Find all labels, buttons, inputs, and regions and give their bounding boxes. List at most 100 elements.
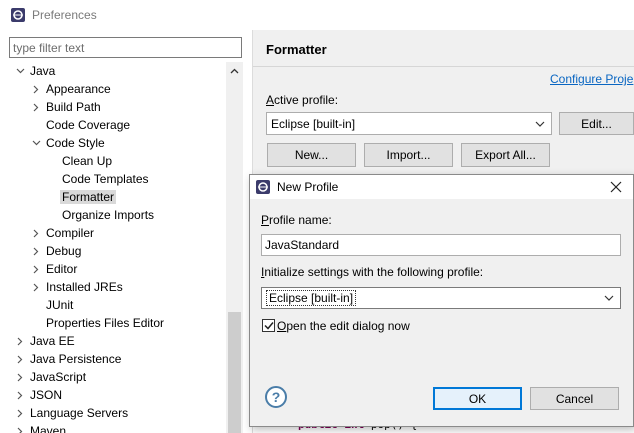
tree-item[interactable]: Maven <box>17 422 67 433</box>
tree-item-label: Language Servers <box>30 406 129 420</box>
tree-item[interactable]: JSON <box>17 386 63 404</box>
close-icon[interactable] <box>607 178 625 196</box>
tree-item[interactable]: Java <box>16 62 56 80</box>
active-profile-label: Active profile: <box>266 93 339 107</box>
tree-item[interactable]: Appearance <box>33 80 111 98</box>
tree-item-label: Installed JREs <box>46 280 123 294</box>
tree-item[interactable]: Java Persistence <box>17 350 122 368</box>
chevron-right-icon[interactable] <box>30 242 42 260</box>
scrollbar-thumb[interactable] <box>228 312 241 433</box>
init-profile-value: Eclipse [built-in] <box>266 290 357 306</box>
tree-item-label: Code Coverage <box>46 118 131 132</box>
tree-item-label: Code Templates <box>62 172 149 186</box>
chevron-right-icon[interactable] <box>14 350 26 368</box>
checkmark-icon <box>263 322 274 330</box>
init-settings-label: Initialize settings with the following p… <box>261 265 484 279</box>
tree-item[interactable]: Build Path <box>33 98 101 116</box>
chevron-right-icon[interactable] <box>14 368 26 386</box>
new-profile-dialog: New Profile Profile name: Initialize set… <box>249 174 634 427</box>
new-profile-button[interactable]: New... <box>267 143 356 167</box>
chevron-right-icon[interactable] <box>14 422 26 433</box>
tree-item-label: Java <box>30 64 56 78</box>
tree-item-label: Maven <box>30 424 67 433</box>
ok-button-label: OK <box>468 391 487 406</box>
help-icon[interactable]: ? <box>265 386 287 408</box>
tree-item[interactable]: JavaScript <box>17 368 87 386</box>
chevron-right-icon[interactable] <box>30 278 42 296</box>
chevron-right-icon[interactable] <box>30 224 42 242</box>
tree-item-label: Compiler <box>46 226 95 240</box>
eclipse-icon <box>11 8 25 22</box>
divider <box>253 66 634 67</box>
preferences-tree: Java Appearance Build Path Code Coverage Cod… <box>0 62 226 433</box>
tree-item-label: Debug <box>46 244 82 258</box>
active-profile-select[interactable]: Eclipse [built-in] <box>266 112 552 135</box>
edit-button-label: Edit... <box>581 116 612 131</box>
chevron-down-icon <box>604 288 614 308</box>
chevron-right-icon[interactable] <box>30 98 42 116</box>
chevron-down-icon[interactable] <box>30 134 42 152</box>
import-button-label: Import... <box>386 148 431 162</box>
eclipse-icon <box>256 180 270 194</box>
tree-item-label: Properties Files Editor <box>46 316 165 330</box>
tree-item-label: Clean Up <box>62 154 113 168</box>
tree-item-label: Organize Imports <box>62 208 155 222</box>
open-edit-dialog-label[interactable]: Open the edit dialog now <box>277 319 410 333</box>
chevron-right-icon[interactable] <box>30 260 42 278</box>
tree-item[interactable]: Java EE <box>17 332 75 350</box>
tree-item[interactable]: Organize Imports <box>62 206 154 224</box>
configure-project-link[interactable]: Configure Proje <box>550 72 633 86</box>
preferences-nav-pane: Java Appearance Build Path Code Coverage Cod… <box>0 30 252 433</box>
tree-item[interactable]: Debug <box>33 242 82 260</box>
filter-input[interactable] <box>9 37 242 58</box>
export-all-button[interactable]: Export All... <box>461 143 550 167</box>
chevron-down-icon[interactable] <box>14 62 26 80</box>
tree-item-label: Code Style <box>46 136 105 150</box>
window-title: Preferences <box>32 8 97 22</box>
tree-item[interactable]: Installed JREs <box>33 278 123 296</box>
tree-item-label: JUnit <box>46 298 74 312</box>
chevron-down-icon <box>535 113 545 134</box>
page-title: Formatter <box>266 42 327 57</box>
tree-item[interactable]: Formatter <box>60 188 117 206</box>
import-profile-button[interactable]: Import... <box>364 143 453 167</box>
cancel-button[interactable]: Cancel <box>530 387 619 410</box>
ok-button[interactable]: OK <box>433 387 522 410</box>
profile-name-label-rest: rofile name: <box>269 213 332 227</box>
tree-item[interactable]: JUnit <box>46 296 73 314</box>
tree-item[interactable]: Clean Up <box>62 152 112 170</box>
tree-item[interactable]: Properties Files Editor <box>46 314 164 332</box>
open-edit-dialog-label-rest: pen the edit dialog now <box>286 319 410 333</box>
window-title-bar: Preferences <box>0 0 634 30</box>
tree-item-label: Appearance <box>46 82 111 96</box>
dialog-title-bar: New Profile <box>250 175 633 199</box>
scroll-up-icon[interactable] <box>226 64 243 78</box>
tree-item-label: Build Path <box>46 100 101 114</box>
open-edit-dialog-checkbox[interactable] <box>262 319 275 332</box>
dialog-title: New Profile <box>277 180 339 194</box>
chevron-right-icon[interactable] <box>14 404 26 422</box>
active-profile-label-rest: ctive profile: <box>274 93 339 107</box>
tree-item-label: Formatter <box>60 190 117 204</box>
profile-name-input[interactable] <box>261 234 621 256</box>
edit-profile-button[interactable]: Edit... <box>559 112 634 135</box>
tree-item[interactable]: Editor <box>33 260 77 278</box>
tree-item-label: JavaScript <box>30 370 87 384</box>
tree-item[interactable]: Code Style <box>32 134 105 152</box>
tree-item-label: Java EE <box>30 334 75 348</box>
chevron-right-icon[interactable] <box>14 386 26 404</box>
tree-item[interactable]: Language Servers <box>17 404 129 422</box>
profile-name-label: Profile name: <box>261 213 332 227</box>
cancel-button-label: Cancel <box>555 391 594 406</box>
tree-item-label: Java Persistence <box>30 352 122 366</box>
active-profile-value: Eclipse [built-in] <box>271 116 356 131</box>
tree-item[interactable]: Code Templates <box>62 170 149 188</box>
tree-item-label: JSON <box>30 388 63 402</box>
init-settings-label-rest: nitialize settings with the following pr… <box>264 265 484 279</box>
chevron-right-icon[interactable] <box>30 80 42 98</box>
tree-item[interactable]: Compiler <box>33 224 95 242</box>
init-profile-select[interactable]: Eclipse [built-in] <box>261 287 621 309</box>
tree-item[interactable]: Code Coverage <box>46 116 130 134</box>
tree-scrollbar[interactable] <box>226 62 243 433</box>
chevron-right-icon[interactable] <box>14 332 26 350</box>
